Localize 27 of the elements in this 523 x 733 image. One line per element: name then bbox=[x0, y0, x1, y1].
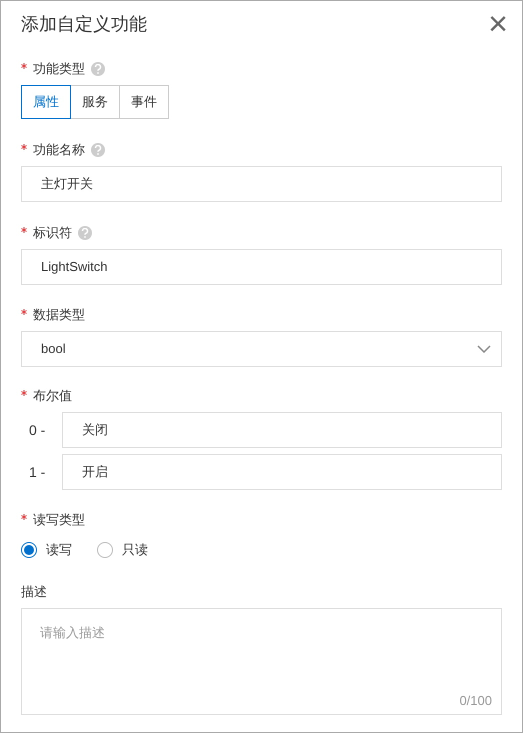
select-field[interactable]: bool bbox=[21, 331, 502, 367]
dialog-title: 添加自定义功能 bbox=[21, 12, 147, 36]
text-field[interactable]: LightSwitch bbox=[21, 249, 502, 285]
field-label: 标识符 bbox=[33, 224, 72, 242]
text-field[interactable]: 开启 bbox=[62, 454, 502, 490]
select-value: bool bbox=[41, 340, 66, 358]
field-label: 功能名称 bbox=[33, 141, 85, 160]
field-label: 数据类型 bbox=[33, 306, 85, 324]
field-label: 读写类型 bbox=[33, 511, 85, 530]
radio-label: 读写 bbox=[46, 541, 72, 559]
field-label: 描述 bbox=[21, 582, 47, 601]
segment-tab[interactable]: 事件 bbox=[119, 85, 169, 119]
value-prefix: 0 - bbox=[28, 420, 46, 440]
radio-button[interactable] bbox=[21, 542, 37, 558]
character-counter: 0/100 bbox=[459, 692, 492, 710]
placeholder-text: 请输入描述 bbox=[40, 624, 105, 642]
chevron-down-icon bbox=[477, 345, 491, 353]
segment-tab[interactable]: 属性 bbox=[21, 85, 71, 119]
field-label: 功能类型 bbox=[33, 60, 85, 78]
text-field[interactable]: 主灯开关 bbox=[21, 166, 502, 202]
text-field[interactable]: 关闭 bbox=[62, 412, 502, 448]
close-button[interactable]: × bbox=[488, 7, 508, 41]
radio-button[interactable] bbox=[97, 542, 113, 558]
radio-label: 只读 bbox=[122, 541, 148, 559]
field-label: 布尔值 bbox=[33, 387, 72, 406]
value-prefix: 1 - bbox=[28, 462, 46, 482]
segment-tab[interactable]: 服务 bbox=[70, 85, 120, 119]
